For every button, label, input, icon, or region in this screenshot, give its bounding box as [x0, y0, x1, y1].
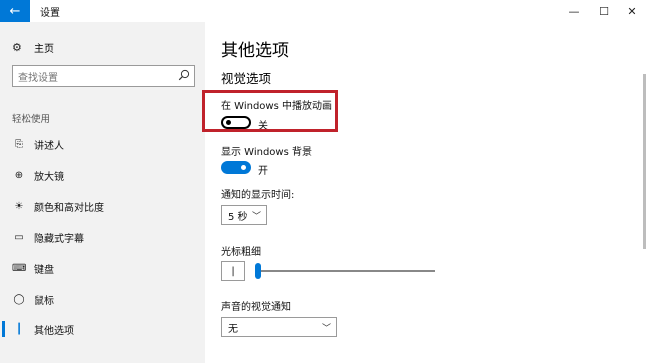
chevron-down-icon: ﹀ [251, 212, 261, 222]
sidebar-item-other-options[interactable]: ┃ 其他选项 [0, 317, 205, 341]
gear-icon: ⚙ [12, 41, 22, 54]
maximize-button[interactable]: ☐ [590, 0, 618, 22]
sidebar-item-narrator[interactable]: ⎘ 讲述人 [0, 132, 205, 156]
window-title: 设置 [40, 8, 60, 19]
chevron-down-icon: ﹀ [321, 324, 331, 334]
background-toggle[interactable] [221, 161, 251, 174]
background-label: 显示 Windows 背景 [221, 147, 312, 158]
search-icon[interactable] [178, 69, 190, 81]
audio-visual-dropdown[interactable]: 无 ﹀ [221, 317, 337, 337]
search-input[interactable] [13, 68, 168, 89]
cursor-thickness-slider-thumb[interactable] [255, 263, 261, 279]
section-title: 视觉选项 [221, 71, 272, 86]
back-arrow-icon: ← [9, 3, 21, 19]
sidebar: ⚙ 主页 轻松使用 ⎘ 讲述人 ⊕ 放大镜 ☀ 颜色和高对比度 ▭ 隐藏式字幕 … [0, 22, 205, 363]
sidebar-item-label: 键盘 [34, 264, 54, 276]
contrast-icon: ☀ [14, 200, 24, 212]
narrator-icon: ⎘ [15, 138, 23, 150]
minimize-button[interactable]: — [560, 0, 588, 22]
sidebar-item-contrast[interactable]: ☀ 颜色和高对比度 [0, 194, 205, 218]
mouse-icon: ◯ [13, 293, 25, 305]
sidebar-item-label: 鼠标 [34, 295, 54, 307]
section-heading: 轻松使用 [12, 114, 51, 125]
scrollbar[interactable] [643, 74, 646, 249]
dropdown-value: 无 [228, 323, 238, 335]
active-indicator [2, 321, 5, 337]
dropdown-value: 5 秒 [228, 211, 248, 223]
sidebar-home[interactable]: ⚙ 主页 [12, 40, 54, 55]
search-box[interactable] [12, 65, 195, 89]
sidebar-item-mouse[interactable]: ◯ 鼠标 [0, 287, 205, 311]
sidebar-item-label: 颜色和高对比度 [34, 202, 104, 214]
notification-duration-dropdown[interactable]: 5 秒 ﹀ [221, 205, 267, 225]
cursor-label: 光标粗细 [221, 247, 261, 258]
other-options-icon: ┃ [15, 323, 23, 335]
sidebar-item-magnifier[interactable]: ⊕ 放大镜 [0, 163, 205, 187]
title-bar: ← 设置 — ☐ ✕ [0, 0, 648, 22]
sidebar-item-label: 讲述人 [34, 140, 64, 152]
sidebar-item-label: 其他选项 [34, 325, 74, 337]
highlight-box [202, 90, 338, 132]
close-button[interactable]: ✕ [618, 0, 646, 22]
sidebar-item-label: 隐藏式字幕 [34, 233, 84, 245]
cursor-thickness-slider-track[interactable] [255, 270, 435, 272]
captions-icon: ▭ [14, 231, 24, 243]
background-state: 开 [258, 166, 268, 177]
notification-label: 通知的显示时间: [221, 190, 295, 201]
magnifier-icon: ⊕ [14, 169, 24, 181]
home-label: 主页 [34, 44, 54, 55]
back-button[interactable]: ← [0, 0, 30, 22]
keyboard-icon: ⌨ [12, 262, 27, 274]
sidebar-item-captions[interactable]: ▭ 隐藏式字幕 [0, 225, 205, 249]
toggle-knob [241, 165, 246, 170]
sidebar-item-keyboard[interactable]: ⌨ 键盘 [0, 256, 205, 280]
cursor-thickness-preview: | [221, 261, 245, 281]
page-title: 其他选项 [221, 41, 289, 61]
audio-visual-label: 声音的视觉通知 [221, 302, 291, 313]
main-content: 其他选项 视觉选项 在 Windows 中播放动画 关 显示 Windows 背… [205, 22, 648, 363]
sidebar-item-label: 放大镜 [34, 171, 64, 183]
